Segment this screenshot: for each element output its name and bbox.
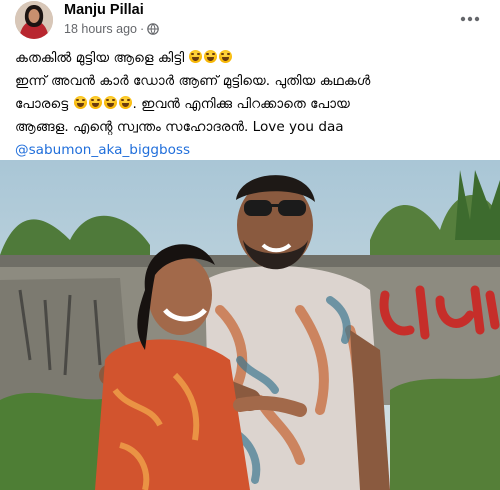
facebook-post: Manju Pillai 18 hours ago · കതകിൽ മുട്ടിയ…: [0, 0, 500, 490]
mention-link[interactable]: @sabumon_aka_biggboss: [15, 139, 489, 162]
post-meta: 18 hours ago ·: [64, 22, 159, 38]
post-text-line: ആങ്ങള. എന്റെ സ്വന്തം സഹോദരൻ. Love you da…: [15, 119, 344, 135]
laughing-emoji-icon: [103, 96, 117, 109]
post-text-line: ഇന്ന് അവൻ കാർ ഡോർ ആണ് മുട്ടിയെ. പുതിയ കഥ…: [15, 73, 371, 89]
laughing-emoji-icon: [219, 50, 233, 63]
more-horizontal-icon: [460, 7, 480, 26]
post-text: കതകിൽ മുട്ടിയ ആളെ കിട്ടി ഇന്ന് അവൻ കാർ ഡ…: [15, 47, 489, 162]
post-header: Manju Pillai 18 hours ago ·: [0, 0, 500, 42]
globe-icon[interactable]: [147, 23, 159, 38]
post-timestamp[interactable]: 18 hours ago: [64, 22, 137, 36]
laughing-emoji-icon: [118, 96, 132, 109]
text-segment: . ഇവൻ എനിക്കു പിറക്കാതെ പോയ: [132, 96, 350, 112]
laughing-emoji-icon: [189, 50, 203, 63]
post-text-line: കതകിൽ മുട്ടിയ ആളെ കിട്ടി: [15, 47, 489, 70]
post-photo[interactable]: [0, 160, 500, 490]
laughing-emoji-icon: [73, 96, 87, 109]
more-options-button[interactable]: [456, 6, 484, 26]
laughing-emoji-icon: [88, 96, 102, 109]
laughing-emoji-icon: [204, 50, 218, 63]
author-avatar[interactable]: [15, 1, 53, 39]
text-segment: കതകിൽ മുട്ടിയ ആളെ കിട്ടി: [15, 50, 185, 66]
author-name[interactable]: Manju Pillai: [64, 2, 144, 18]
meta-separator: ·: [139, 22, 145, 36]
text-segment: പോരട്ടെ: [15, 96, 69, 112]
post-text-line: പോരട്ടെ . ഇവൻ എനിക്കു പിറക്കാതെ പോയ: [15, 93, 489, 116]
